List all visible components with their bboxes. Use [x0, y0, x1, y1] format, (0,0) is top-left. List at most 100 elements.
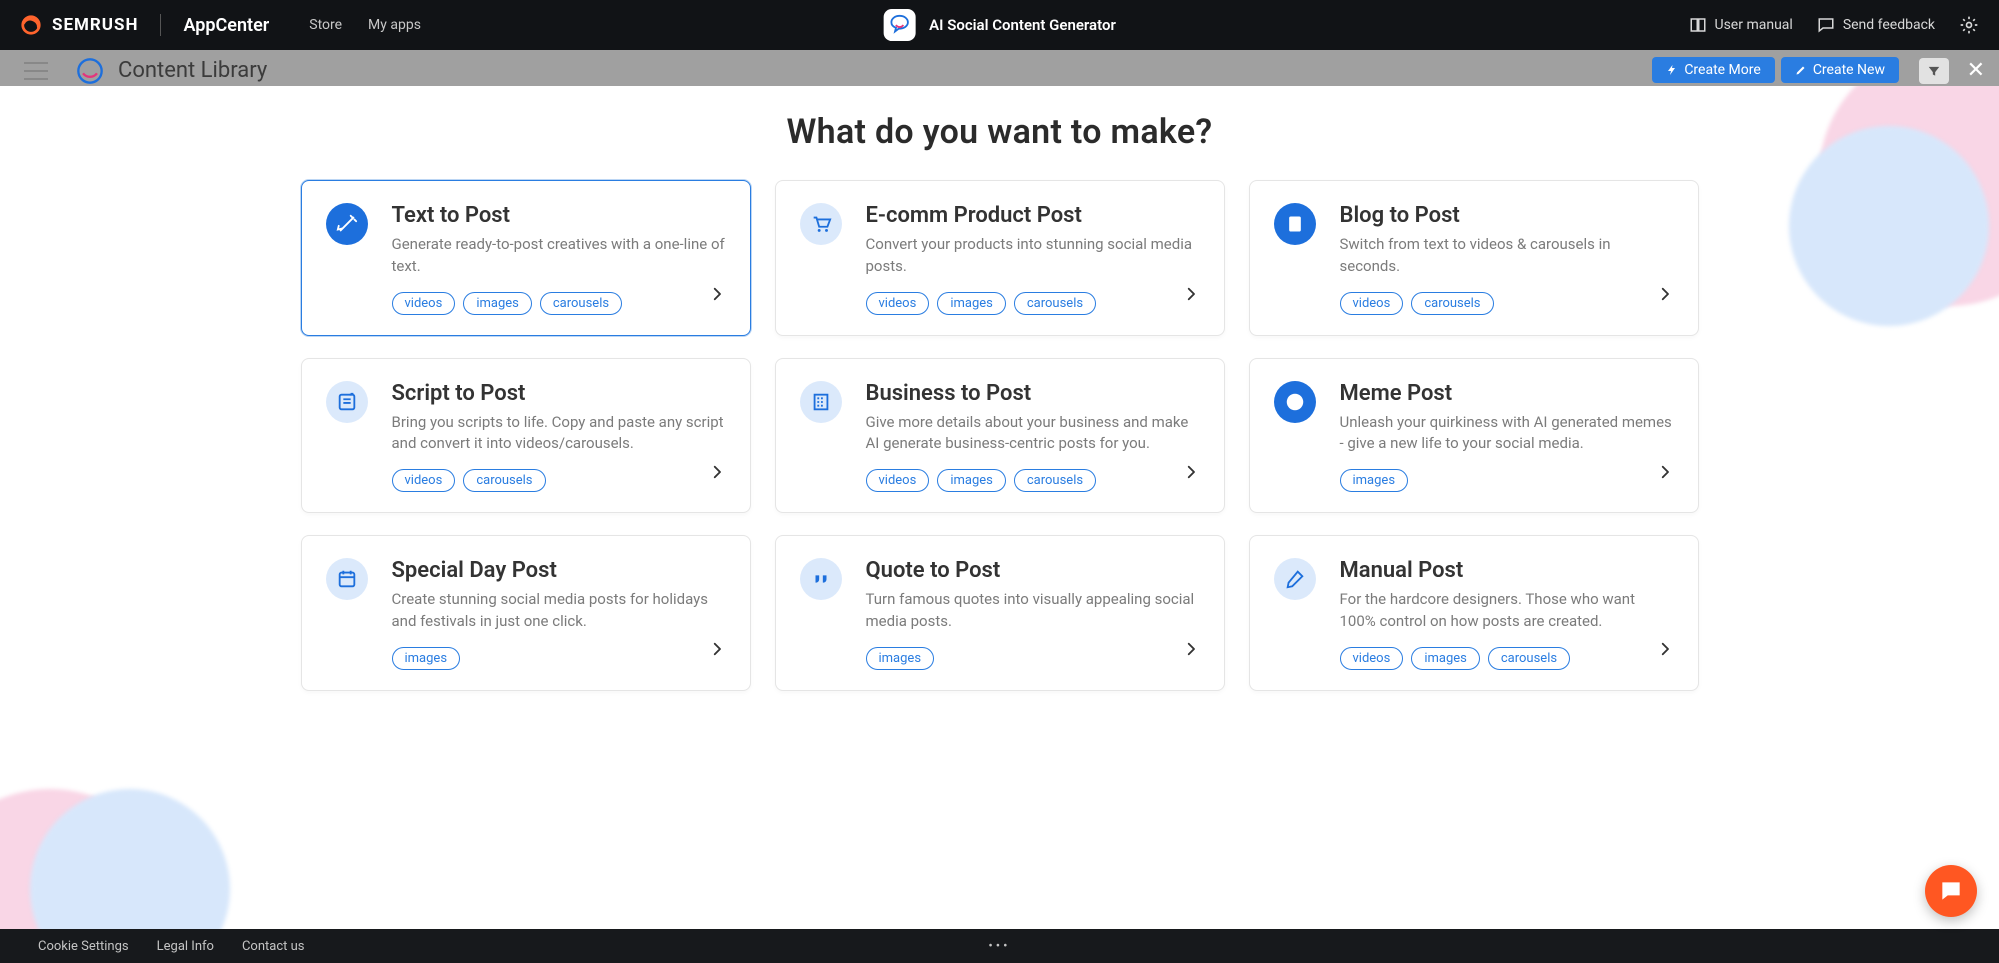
- filter-icon: [1927, 64, 1941, 78]
- content-type-card-special-day-post[interactable]: Special Day PostCreate stunning social m…: [301, 535, 751, 691]
- card-tags: videosimagescarousels: [866, 292, 1156, 315]
- create-new-button[interactable]: Create New: [1781, 57, 1899, 83]
- content-type-card-meme-post[interactable]: Meme Post Unleash your quirkiness with AI…: [1249, 358, 1699, 514]
- header-nav: Store My apps: [309, 17, 421, 33]
- tag-carousels: carousels: [463, 469, 545, 492]
- content-type-card-script-to-post[interactable]: Script to PostBring you scripts to life.…: [301, 358, 751, 514]
- card-tags: videos carousels: [392, 469, 682, 492]
- card-description: For the hardcore designers. Those who wa…: [1340, 589, 1674, 633]
- feedback-icon: [1817, 16, 1835, 34]
- tag-carousels: carousels: [540, 292, 622, 315]
- card-description: Unleash your quirkiness with AI generate…: [1340, 412, 1674, 456]
- card-description: Give more details about your business an…: [866, 412, 1200, 456]
- card-tags: images: [392, 647, 682, 670]
- pencil-icon: [1795, 64, 1807, 76]
- footer-cookie-link[interactable]: Cookie Settings: [38, 939, 129, 954]
- tag-carousels: carousels: [1411, 292, 1493, 315]
- tag-videos: videos: [392, 292, 456, 315]
- gear-icon[interactable]: [1959, 15, 1979, 35]
- tag-videos: videos: [866, 292, 930, 315]
- create-new-label: Create New: [1813, 62, 1885, 78]
- tag-carousels: carousels: [1488, 647, 1570, 670]
- card-tags: images: [1340, 469, 1630, 492]
- quote-icon: [800, 558, 842, 600]
- card-tags: videos images carousels: [1340, 647, 1630, 670]
- app-header: SEMRUSH AppCenter Store My apps AI Socia…: [0, 0, 1999, 50]
- semrush-logo-icon: [20, 14, 42, 36]
- content-type-card-text-to-post[interactable]: Text to Post Generate ready-to-post creat…: [301, 180, 751, 336]
- card-description: Generate ready-to-post creatives with a …: [392, 234, 726, 278]
- card-tags: videos carousels: [1340, 292, 1630, 315]
- modal-title: What do you want to make?: [0, 86, 1999, 152]
- script-icon: [326, 381, 368, 423]
- footer-contact-link[interactable]: Contact us: [242, 939, 305, 954]
- predis-logo-icon: [76, 57, 104, 85]
- user-manual-label: User manual: [1715, 17, 1793, 33]
- brand-group: SEMRUSH AppCenter: [20, 14, 269, 36]
- chevron-right-icon: [708, 640, 726, 662]
- chevron-right-icon: [708, 285, 726, 307]
- content-type-card-manual-post[interactable]: Manual PostFor the hardcore designers. T…: [1249, 535, 1699, 691]
- tag-videos: videos: [1340, 647, 1404, 670]
- nav-myapps[interactable]: My apps: [368, 17, 421, 33]
- tag-images: images: [937, 292, 1006, 315]
- wand-icon: [326, 203, 368, 245]
- content-type-card-blog-to-post[interactable]: Blog to Post Switch from text to videos &…: [1249, 180, 1699, 336]
- footer: Cookie Settings Legal Info Contact us ••…: [0, 929, 1999, 963]
- brand-name: SEMRUSH: [52, 15, 138, 35]
- cart-icon: [800, 203, 842, 245]
- content-type-card-business-to-post[interactable]: Business to Post Give more details about …: [775, 358, 1225, 514]
- chevron-right-icon: [1182, 640, 1200, 662]
- book-icon: [1689, 16, 1707, 34]
- card-tags: images: [866, 647, 1156, 670]
- appcenter-label[interactable]: AppCenter: [183, 15, 269, 36]
- header-right: User manual Send feedback: [1689, 15, 1980, 35]
- filter-button[interactable]: [1919, 58, 1949, 84]
- card-description: Create stunning social media posts for h…: [392, 589, 726, 633]
- send-feedback-link[interactable]: Send feedback: [1817, 16, 1935, 34]
- card-title: Script to Post: [392, 381, 726, 406]
- chevron-right-icon: [1182, 463, 1200, 485]
- nav-store[interactable]: Store: [309, 17, 342, 33]
- content-type-grid: Text to Post Generate ready-to-post creat…: [0, 180, 1999, 691]
- chevron-right-icon: [1656, 285, 1674, 307]
- close-icon[interactable]: ✕: [1967, 60, 1985, 82]
- chevron-right-icon: [708, 463, 726, 485]
- header-app-indicator: AI Social Content Generator: [883, 9, 1116, 41]
- footer-more-icon[interactable]: •••: [988, 939, 1010, 954]
- card-title: Blog to Post: [1340, 203, 1674, 228]
- card-title: Business to Post: [866, 381, 1200, 406]
- user-manual-link[interactable]: User manual: [1689, 16, 1793, 34]
- card-title: Text to Post: [392, 203, 726, 228]
- create-more-label: Create More: [1684, 62, 1761, 78]
- card-description: Turn famous quotes into visually appeali…: [866, 589, 1200, 633]
- card-tags: videosimagescarousels: [866, 469, 1156, 492]
- tag-images: images: [1411, 647, 1480, 670]
- hamburger-icon[interactable]: [24, 62, 48, 80]
- card-tags: videos images carousels: [392, 292, 682, 315]
- footer-legal-link[interactable]: Legal Info: [157, 939, 214, 954]
- card-title: Meme Post: [1340, 381, 1674, 406]
- brush-icon: [1274, 558, 1316, 600]
- create-more-button[interactable]: Create More: [1652, 57, 1775, 83]
- chevron-right-icon: [1656, 640, 1674, 662]
- chat-fab[interactable]: [1925, 865, 1977, 917]
- chat-icon: [1938, 878, 1964, 904]
- tag-images: images: [937, 469, 1006, 492]
- send-feedback-label: Send feedback: [1843, 17, 1935, 33]
- tag-videos: videos: [1340, 292, 1404, 315]
- chevron-right-icon: [1182, 285, 1200, 307]
- card-title: Quote to Post: [866, 558, 1200, 583]
- tag-images: images: [866, 647, 935, 670]
- content-type-card-quote-to-post[interactable]: Quote to Post Turn famous quotes into vis…: [775, 535, 1225, 691]
- card-description: Switch from text to videos & carousels i…: [1340, 234, 1674, 278]
- tag-carousels: carousels: [1014, 469, 1096, 492]
- app-title: AI Social Content Generator: [929, 16, 1116, 34]
- tag-videos: videos: [392, 469, 456, 492]
- content-type-card-ecomm-product-post[interactable]: E-comm Product PostConvert your products…: [775, 180, 1225, 336]
- app-icon: [883, 9, 915, 41]
- smile-icon: [1274, 381, 1316, 423]
- tag-images: images: [463, 292, 532, 315]
- building-icon: [800, 381, 842, 423]
- content-type-modal: What do you want to make? Text to Post Ge…: [0, 86, 1999, 929]
